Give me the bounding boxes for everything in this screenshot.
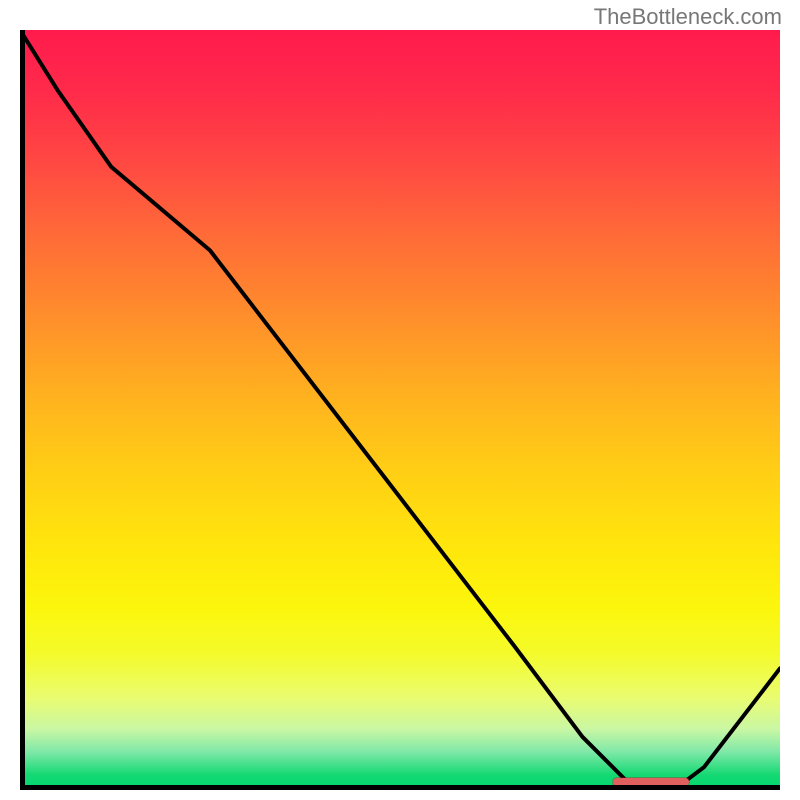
- chart-plot-area: [20, 30, 780, 790]
- chart-line-path: [20, 30, 780, 790]
- chart-line-svg: [20, 30, 780, 790]
- attribution-text: TheBottleneck.com: [594, 4, 782, 30]
- chart-floor-marker: [613, 778, 689, 786]
